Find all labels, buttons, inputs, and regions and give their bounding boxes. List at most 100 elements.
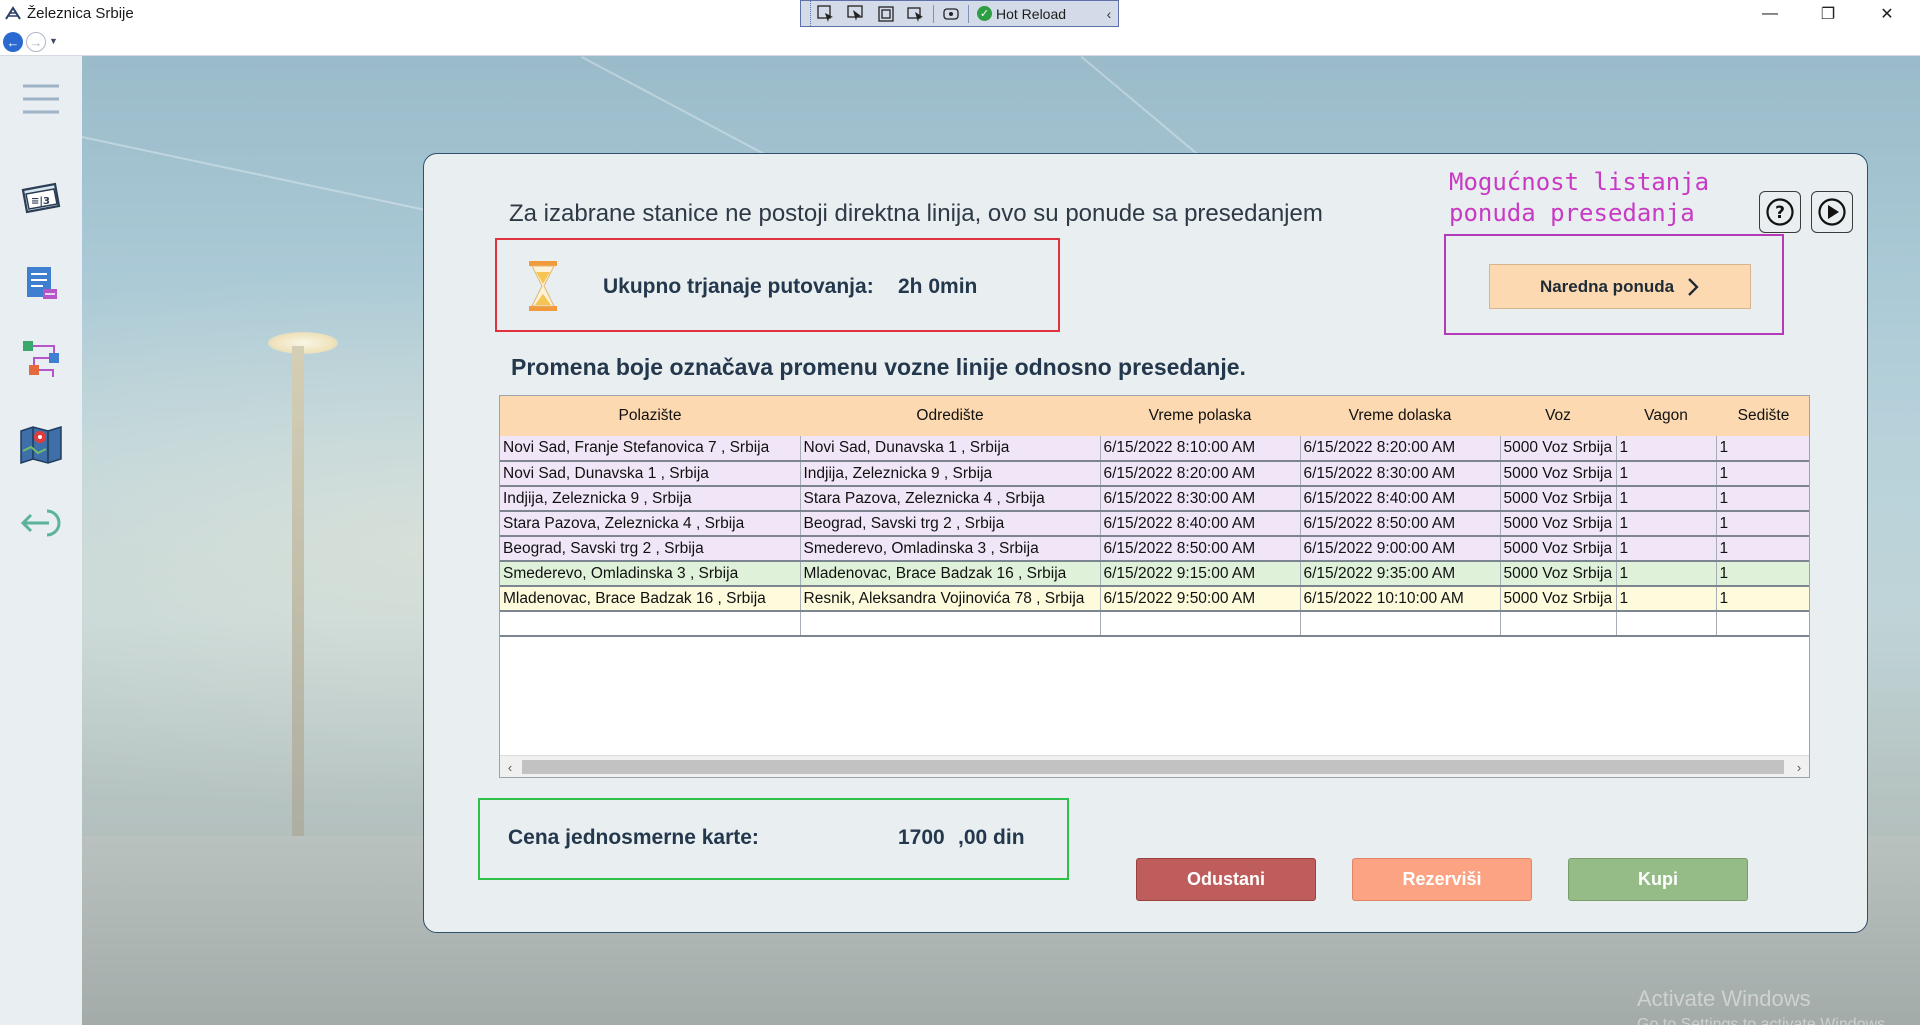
collapse-toolbar-icon[interactable]: ‹ <box>1100 6 1118 22</box>
table-cell <box>1500 611 1617 637</box>
table-cell: 1 <box>1716 436 1809 462</box>
table-row[interactable]: Stara Pazova, Zeleznicka 4 , Srbija Beog… <box>500 511 1809 537</box>
column-header-wagon[interactable]: Vagon <box>1616 396 1716 436</box>
table-cell: Indjija, Zeleznicka 9 , Srbija <box>500 486 801 512</box>
table-cell: Novi Sad, Dunavska 1 , Srbija <box>800 436 1101 462</box>
table-cell: 6/15/2022 8:20:00 AM <box>1300 436 1501 462</box>
forward-arrow-icon[interactable]: → <box>26 32 46 52</box>
column-header-train[interactable]: Voz <box>1500 396 1616 436</box>
table-row[interactable]: Smederevo, Omladinska 3 , Srbija Mladeno… <box>500 561 1809 587</box>
next-offer-label: Naredna ponuda <box>1539 276 1675 296</box>
toolbar-separator <box>933 4 934 23</box>
help-button[interactable]: ? <box>1759 191 1801 233</box>
navigation-dropdown-icon[interactable]: ▼ <box>49 36 58 46</box>
pointer-icon[interactable] <box>841 1 871 26</box>
track-focus-icon[interactable] <box>901 1 931 26</box>
table-cell <box>1100 611 1301 637</box>
table-cell: 1 <box>1716 561 1809 587</box>
table-cell: Smederevo, Omladinska 3 , Srbija <box>800 536 1101 562</box>
table-cell: Beograd, Savski trg 2 , Srbija <box>500 536 801 562</box>
annotation-note: Mogućnost listanja ponuda presedanja <box>1449 167 1709 229</box>
binding-icon[interactable] <box>936 1 966 26</box>
layout-icon[interactable] <box>871 1 901 26</box>
app-icon <box>5 6 21 20</box>
sidebar: ≡|3 <box>0 56 82 1025</box>
map-icon[interactable] <box>16 418 66 468</box>
column-header-departure-time[interactable]: Vreme polaska <box>1100 396 1300 436</box>
table-cell: 5000 Voz Srbija <box>1500 561 1617 587</box>
table-cell: Resnik, Aleksandra Vojinovića 78 , Srbij… <box>800 586 1101 612</box>
logout-icon[interactable] <box>16 498 66 548</box>
buy-button[interactable]: Kupi <box>1568 858 1748 901</box>
play-icon <box>1818 198 1846 226</box>
price-unit: ,00 din <box>958 826 1025 849</box>
tutorial-play-button[interactable] <box>1811 191 1853 233</box>
travel-duration-label: Ukupno trjanaje putovanja: <box>603 275 874 298</box>
horizontal-scrollbar[interactable]: ‹ › <box>500 755 1809 777</box>
scroll-left-icon[interactable]: ‹ <box>502 759 518 775</box>
travel-duration-box: Ukupno trjanaje putovanja: 2h 0min <box>495 238 1060 332</box>
column-header-arrival-time[interactable]: Vreme dolaska <box>1300 396 1500 436</box>
table-row[interactable]: Indjija, Zeleznicka 9 , Srbija Stara Paz… <box>500 486 1809 512</box>
table-cell: 6/15/2022 9:50:00 AM <box>1100 586 1301 612</box>
hot-reload-label: Hot Reload <box>996 5 1067 22</box>
column-header-departure[interactable]: Polazište <box>500 396 800 436</box>
table-cell <box>1716 611 1809 637</box>
menu-icon[interactable] <box>16 74 66 124</box>
svg-text:≡|3: ≡|3 <box>31 196 50 207</box>
table-row[interactable]: Novi Sad, Dunavska 1 , Srbija Indjija, Z… <box>500 461 1809 487</box>
table-row[interactable]: Beograd, Savski trg 2 , Srbija Smederevo… <box>500 536 1809 562</box>
table-cell: 6/15/2022 8:10:00 AM <box>1100 436 1301 462</box>
close-button[interactable]: ✕ <box>1858 0 1916 28</box>
title-bar: Železnica Srbije ✓ Hot Reload ‹ — ❐ ✕ <box>0 0 1920 28</box>
reserve-button[interactable]: Rezerviši <box>1352 858 1532 901</box>
table-header-row: Polazište Odredište Vreme polaska Vreme … <box>500 396 1809 436</box>
cancel-button[interactable]: Odustani <box>1136 858 1316 901</box>
ticket-icon[interactable]: ≡|3 <box>16 175 66 225</box>
back-arrow-icon[interactable]: ← <box>3 32 23 52</box>
table-cell <box>1300 611 1501 637</box>
table-cell: Stara Pazova, Zeleznicka 4 , Srbija <box>800 486 1101 512</box>
scrollbar-thumb[interactable] <box>522 760 1784 774</box>
table-cell: 6/15/2022 8:50:00 AM <box>1100 536 1301 562</box>
table-cell: 6/15/2022 10:10:00 AM <box>1300 586 1501 612</box>
transfer-color-hint: Promena boje označava promenu vozne lini… <box>511 354 1246 380</box>
table-cell: 1 <box>1716 586 1809 612</box>
chevron-right-icon <box>1688 277 1699 296</box>
table-cell: Indjija, Zeleznicka 9 , Srbija <box>800 461 1101 487</box>
column-header-seat[interactable]: Sedište <box>1716 396 1809 436</box>
annotation-line: ponuda presedanja <box>1449 199 1695 227</box>
route-table: Polazište Odredište Vreme polaska Vreme … <box>500 396 1809 637</box>
maximize-button[interactable]: ❐ <box>1799 0 1857 28</box>
table-cell: 1 <box>1616 536 1717 562</box>
table-cell: 5000 Voz Srbija <box>1500 461 1617 487</box>
hourglass-icon <box>529 261 557 311</box>
table-cell: 6/15/2022 8:40:00 AM <box>1100 511 1301 537</box>
table-row-new[interactable] <box>500 611 1809 637</box>
price-value: 1700 <box>898 826 945 849</box>
window-title: Železnica Srbije <box>27 5 134 22</box>
column-header-destination[interactable]: Odredište <box>800 396 1100 436</box>
table-cell: 1 <box>1616 561 1717 587</box>
table-cell: Mladenovac, Brace Badzak 16 , Srbija <box>500 586 801 612</box>
route-icon[interactable] <box>16 334 66 384</box>
table-cell: 6/15/2022 8:30:00 AM <box>1100 486 1301 512</box>
table-row[interactable]: Novi Sad, Franje Stefanovica 7 , Srbija … <box>500 436 1809 462</box>
hot-reload-status[interactable]: ✓ Hot Reload <box>971 6 1066 22</box>
scroll-right-icon[interactable]: › <box>1791 759 1807 775</box>
toolbar-grip[interactable] <box>801 1 811 26</box>
hot-reload-toolbar: ✓ Hot Reload ‹ <box>800 0 1119 27</box>
timetable-icon[interactable] <box>16 258 66 308</box>
table-cell: Mladenovac, Brace Badzak 16 , Srbija <box>800 561 1101 587</box>
next-offer-button[interactable]: Naredna ponuda <box>1489 264 1751 309</box>
table-cell: 5000 Voz Srbija <box>1500 586 1617 612</box>
transfer-offer-panel: Za izabrane stanice ne postoji direktna … <box>423 153 1868 933</box>
table-cell: 5000 Voz Srbija <box>1500 536 1617 562</box>
table-cell <box>1616 611 1717 637</box>
minimize-button[interactable]: — <box>1741 0 1799 28</box>
activation-watermark-title: Activate Windows <box>1637 986 1811 1011</box>
select-element-icon[interactable] <box>811 1 841 26</box>
table-cell <box>800 611 1101 637</box>
ticket-price-box: Cena jednosmerne karte: 1700 ,00 din <box>478 798 1069 880</box>
table-row[interactable]: Mladenovac, Brace Badzak 16 , Srbija Res… <box>500 586 1809 612</box>
